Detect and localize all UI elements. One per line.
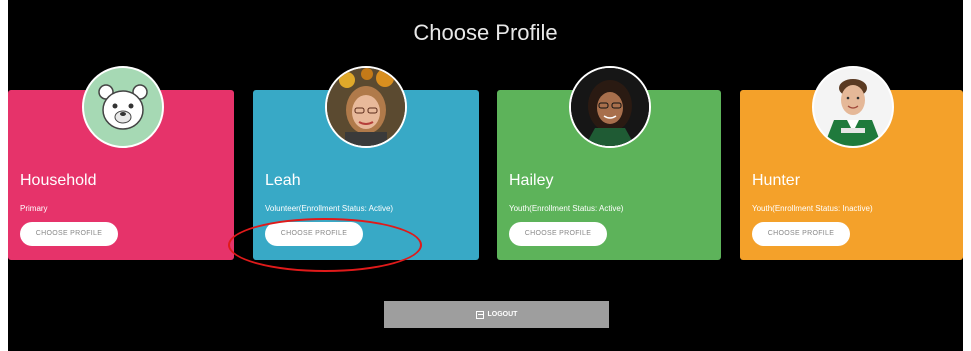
profile-role: Youth(Enrollment Status: Active)	[509, 204, 624, 213]
profile-role: Volunteer(Enrollment Status: Active)	[265, 204, 394, 213]
profile-name: Hunter	[752, 172, 801, 189]
profile-card-hailey: Hailey Youth(Enrollment Status: Active) …	[497, 66, 721, 260]
profile-card-leah: Leah Volunteer(Enrollment Status: Active…	[253, 66, 479, 260]
choose-profile-button[interactable]: CHOOSE PROFILE	[752, 222, 850, 246]
profile-screen: Choose Profile Household Primary CHOOSE …	[8, 0, 963, 351]
logout-icon	[475, 310, 484, 319]
page-title: Choose Profile	[413, 20, 558, 45]
avatar-bear-icon	[82, 66, 164, 148]
choose-profile-button[interactable]: CHOOSE PROFILE	[20, 222, 118, 246]
avatar-photo-hailey	[569, 66, 651, 148]
profile-name: Household	[20, 172, 97, 189]
profile-name: Hailey	[509, 172, 554, 189]
choose-profile-button[interactable]: CHOOSE PROFILE	[509, 222, 607, 246]
logout-button[interactable]: LOGOUT	[384, 301, 609, 328]
profile-name: Leah	[265, 172, 301, 189]
profile-card-hunter: Hunter Youth(Enrollment Status: Inactive…	[740, 66, 963, 260]
profile-role: Primary	[20, 204, 48, 213]
avatar-photo-hunter	[812, 66, 894, 148]
avatar-photo-leah	[325, 66, 407, 148]
profile-card-household: Household Primary CHOOSE PROFILE	[8, 66, 234, 260]
profile-role: Youth(Enrollment Status: Inactive)	[752, 204, 873, 213]
logout-label: LOGOUT	[487, 311, 518, 318]
choose-profile-button[interactable]: CHOOSE PROFILE	[265, 222, 363, 246]
